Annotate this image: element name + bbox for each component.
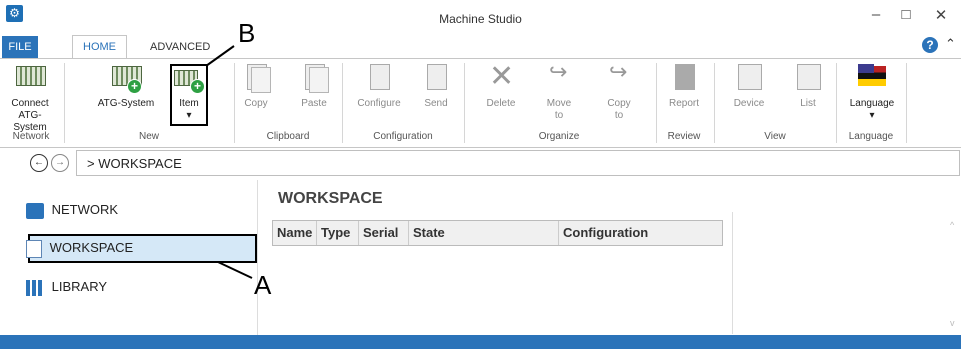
callout-label-a: A	[254, 270, 272, 300]
callout-label-b: B	[238, 18, 256, 48]
callout-lines	[205, 45, 253, 279]
